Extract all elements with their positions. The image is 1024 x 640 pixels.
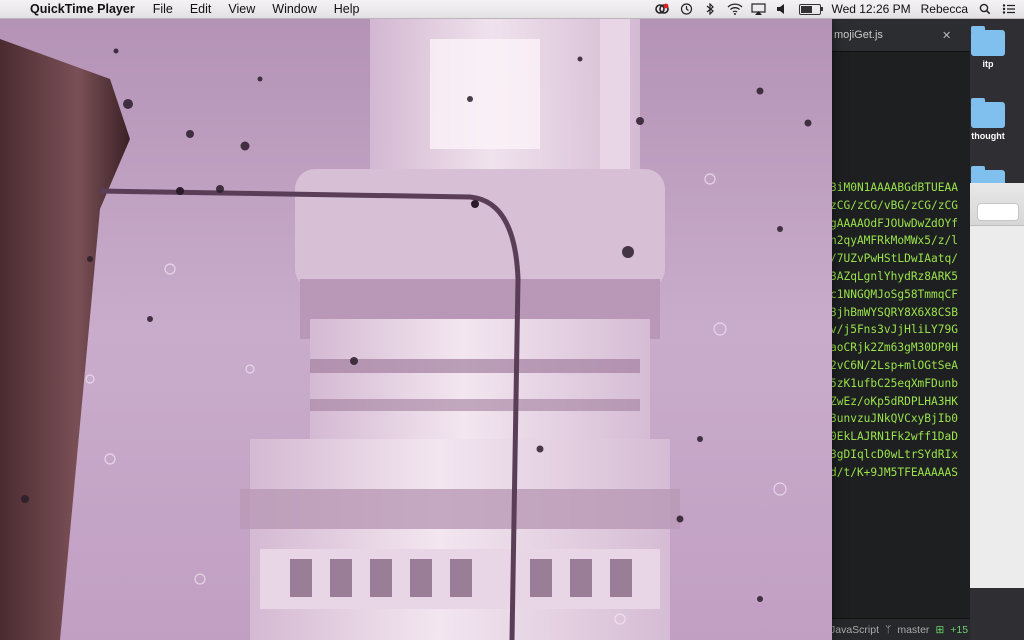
code-area[interactable]: 3iM0N1AAAABGdBTUEAA zCG/zCG/vBG/zCG/zCG gA… — [830, 179, 958, 482]
menu-help[interactable]: Help — [334, 2, 360, 16]
code-line: 3unvzuJNkQVCxyBjIb0 — [830, 412, 958, 426]
folder-icon — [971, 98, 1005, 128]
close-tab-icon[interactable]: ✕ — [942, 29, 956, 42]
code-line: gAAAAOdFJOUwDwZdOYf — [830, 216, 958, 230]
branch-indicator[interactable]: master — [897, 624, 929, 636]
menu-file[interactable]: File — [153, 2, 173, 16]
code-line: n2qyAMFRkMoMWx5/z/l — [830, 234, 958, 248]
desktop-folder-label: itp — [982, 59, 994, 69]
git-changes-count[interactable]: +15 — [950, 624, 968, 636]
creative-cloud-icon[interactable] — [655, 3, 670, 15]
menu-window[interactable]: Window — [272, 2, 316, 16]
git-changes-icon: ⊞ — [935, 623, 945, 636]
code-line: 3jhBmWYSQRY8X6X8CSB — [830, 305, 958, 319]
airplay-icon[interactable] — [751, 3, 767, 15]
status-area: Wed 12:26 PM Rebecca — [655, 0, 1016, 18]
code-line: /7UZvPwHStLDwIAatq/ — [830, 252, 958, 266]
volume-icon[interactable] — [775, 3, 789, 15]
code-line: ZwEz/oKp5dRDPLHA3HK — [830, 394, 958, 408]
code-line: 3gDIqlcD0wLtrSYdRIx — [830, 447, 958, 461]
language-indicator[interactable]: JavaScript — [830, 624, 879, 636]
editor-status-bar: JavaScript ᛘ master ⊞ +15 — [820, 618, 970, 640]
code-line: 3AZqLgnlYhydRz8ARK5 — [830, 269, 958, 283]
notification-center-icon[interactable] — [1002, 3, 1016, 15]
code-line: zCG/zCG/vBG/zCG/zCG — [830, 198, 958, 212]
time-machine-icon[interactable] — [679, 3, 693, 15]
code-line: v/j5Fns3vJjHliLY79G — [830, 323, 958, 337]
bluetooth-icon[interactable] — [703, 2, 717, 16]
code-line: c1NNGQMJoSg58TmmqCF — [830, 287, 958, 301]
git-branch-icon: ᛘ — [885, 623, 892, 636]
desktop-folder-label: thought — [971, 131, 1005, 141]
battery-icon[interactable] — [799, 3, 824, 15]
user-menu[interactable]: Rebecca — [921, 2, 968, 16]
video-frame — [0, 19, 832, 640]
clock[interactable]: Wed 12:26 PM — [831, 2, 910, 16]
code-line: aoCRjk2Zm63gM30DP0H — [830, 341, 958, 355]
code-line: 0EkLAJRN1Fk2wff1DaD — [830, 430, 958, 444]
spotlight-search-icon[interactable] — [978, 3, 992, 15]
folder-icon — [971, 26, 1005, 56]
editor-tab-bar: mojiGet.js ✕ — [820, 19, 970, 52]
quicktime-video-window[interactable] — [0, 19, 832, 640]
app-menu[interactable]: QuickTime Player — [30, 2, 135, 16]
finder-window[interactable] — [966, 183, 1024, 588]
code-line: 5zK1ufbC25eqXmFDunb — [830, 376, 958, 390]
code-line: 2vC6N/2Lsp+mlOGtSeA — [830, 358, 958, 372]
finder-search-field[interactable] — [977, 203, 1019, 221]
editor-tab-title[interactable]: mojiGet.js — [834, 29, 942, 41]
code-line: 3iM0N1AAAABGdBTUEAA — [830, 181, 958, 194]
wifi-icon[interactable] — [727, 3, 743, 15]
menu-bar: QuickTime Player File Edit View Window H… — [0, 0, 1024, 19]
code-line: d/t/K+9JM5TFEAAAAAS — [830, 465, 958, 479]
menu-edit[interactable]: Edit — [190, 2, 212, 16]
code-editor-window[interactable]: mojiGet.js ✕ 3iM0N1AAAABGdBTUEAA zCG/zCG/… — [820, 19, 970, 640]
menu-view[interactable]: View — [228, 2, 255, 16]
